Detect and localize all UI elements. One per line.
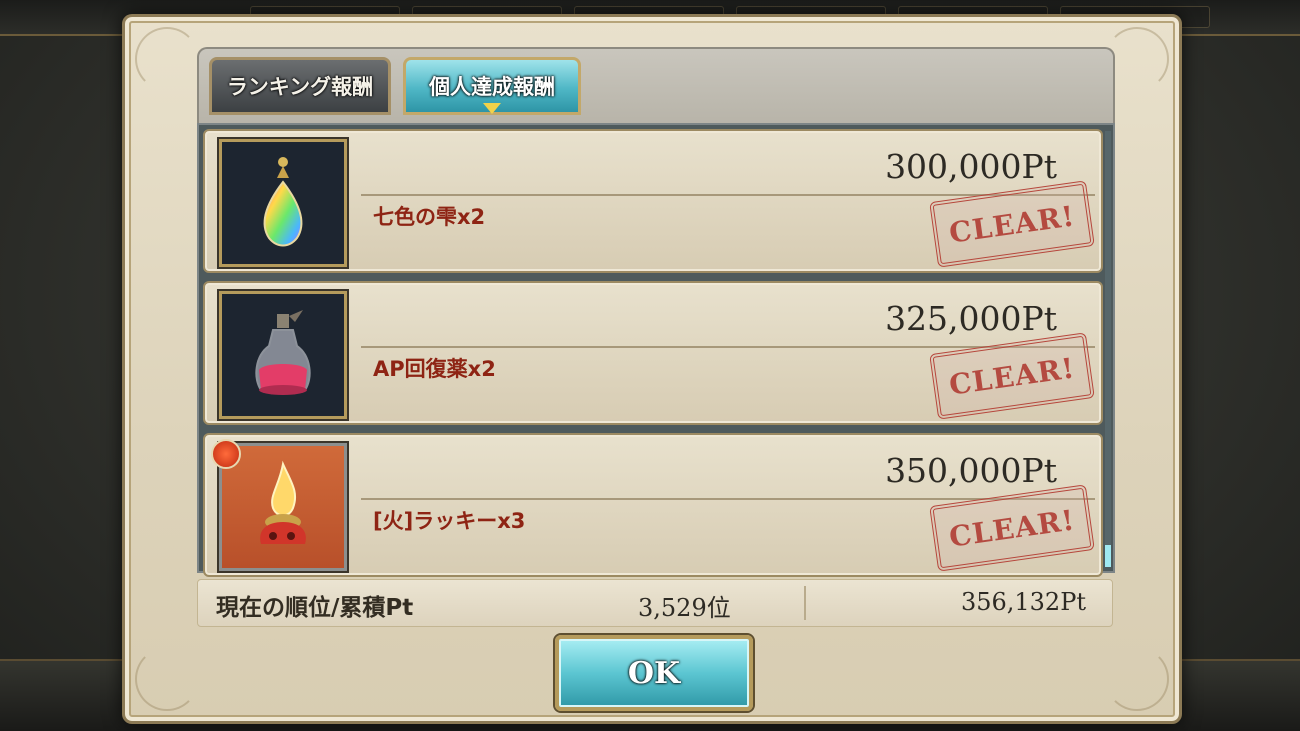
ornament-bottom-left: [135, 647, 199, 711]
rainbow-drop-icon: [219, 139, 347, 267]
required-points: 350,000Pt: [885, 451, 1057, 490]
tab-personal-reward-label: 個人達成報酬: [429, 75, 555, 99]
status-label: 現在の順位/累積Pt: [216, 595, 414, 621]
current-rank: 3,529位: [638, 594, 731, 622]
reward-dialog: ランキング報酬 個人達成報酬 300,000Pt 七色の雫x2 CLEAR! 3…: [122, 14, 1182, 724]
ok-button[interactable]: OK: [555, 635, 753, 711]
accumulated-points: 356,132Pt: [960, 588, 1086, 616]
fire-element-icon: [211, 439, 241, 469]
ap-potion-icon: [219, 291, 347, 419]
selected-arrow-icon: [483, 103, 501, 114]
ok-button-label: OK: [627, 655, 681, 691]
required-points: 325,000Pt: [885, 299, 1057, 338]
reward-item-name: [火]ラッキーx3: [373, 509, 526, 533]
tab-bar: ランキング報酬 個人達成報酬: [197, 47, 1115, 127]
reward-item-name: 七色の雫x2: [373, 205, 486, 229]
reward-row: 300,000Pt 七色の雫x2 CLEAR!: [203, 129, 1103, 273]
status-divider: [804, 586, 806, 620]
required-points: 300,000Pt: [885, 147, 1057, 186]
tab-personal-reward[interactable]: 個人達成報酬: [403, 57, 581, 115]
ornament-top-left: [135, 27, 199, 91]
tab-ranking-reward-label: ランキング報酬: [226, 75, 374, 99]
scrollbar[interactable]: [1105, 131, 1111, 567]
reward-row: 325,000Pt AP回復薬x2 CLEAR!: [203, 281, 1103, 425]
reward-row: 350,000Pt [火]ラッキーx3 CLEAR!: [203, 433, 1103, 577]
status-bar: 現在の順位/累積Pt 3,529位 356,132Pt: [197, 579, 1113, 627]
ornament-bottom-right: [1105, 647, 1169, 711]
scroll-thumb[interactable]: [1105, 545, 1111, 567]
tab-ranking-reward[interactable]: ランキング報酬: [209, 57, 391, 115]
reward-item-name: AP回復薬x2: [373, 357, 496, 381]
reward-list[interactable]: 300,000Pt 七色の雫x2 CLEAR! 325,000Pt AP回復薬x…: [197, 123, 1115, 577]
